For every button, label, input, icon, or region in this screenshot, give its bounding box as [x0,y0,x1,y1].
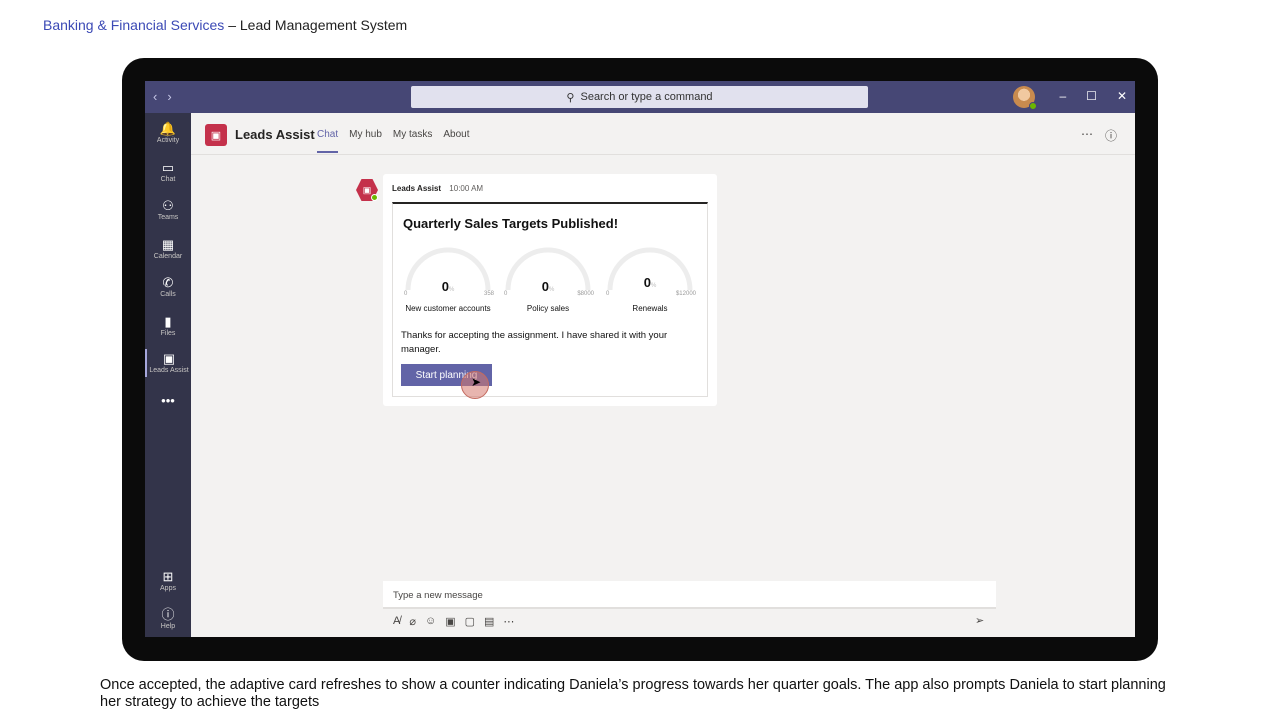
app-header: ▣ Leads Assist Chat My hub My tasks Abou… [191,113,1135,155]
rail-item-label: Chat [160,176,176,183]
title-bar: ‹ › ⚲ Search or type a command – ☐ ✕ [145,81,1135,113]
phone-icon: ✆ [162,275,174,290]
help-icon: ⓘ [161,607,175,622]
more-options-icon[interactable]: ⋯ [503,615,514,628]
rail-item-label: Activity [156,137,180,144]
rail-item-leads-assist[interactable]: ▣ Leads Assist [145,349,191,377]
rail-item-teams[interactable]: ⚇ Teams [145,198,191,221]
gauge-max: $8000 [577,291,594,297]
rail-item-label: Files [160,330,176,337]
presence-available-icon [1029,102,1037,110]
rail-item-apps[interactable]: ⊞ Apps [145,569,191,592]
sticker-icon[interactable]: ▢ [465,615,475,628]
rail-item-label: Calendar [153,253,183,260]
gauge-label: New customer accounts [405,304,491,313]
gauge-max: 358 [483,291,494,297]
send-button[interactable]: ➢ [975,614,984,627]
app-rail: 🔔 Activity ▭ Chat ⚇ Teams ▦ Calendar ✆ C… [145,113,191,637]
gauge-max: $12000 [675,291,696,297]
message-sender: Leads Assist [392,184,442,193]
compose-toolbar: A̸ ⌀ ☺ ▣ ▢ ▤ ⋯ [393,615,514,628]
rail-item-label: Leads Assist [149,367,189,374]
emoji-icon[interactable]: ☺ [425,615,436,628]
maximize-button[interactable]: ☐ [1086,89,1097,103]
window-controls: – ☐ ✕ [1059,89,1127,103]
rail-item-calls[interactable]: ✆ Calls [145,275,191,298]
format-icon[interactable]: A̸ [393,615,400,628]
message-compose-input[interactable]: Type a new message [383,581,996,609]
tab-my-hub[interactable]: My hub [349,129,382,140]
page-header: Banking & Financial Services – Lead Mana… [43,17,407,33]
tab-about[interactable]: About [443,129,469,140]
message-time: 10:00 AM [449,184,484,193]
chevron-right-icon[interactable]: › [167,89,171,104]
app-tabs: Chat My hub My tasks About [317,129,470,153]
mouse-pointer-icon: ➤ [471,375,482,389]
rail-item-files[interactable]: ▮ Files [145,314,191,337]
page-header-rest: – Lead Management System [224,17,408,33]
message-meta: Leads Assist 10:00 AM [392,184,483,193]
gauge-value: 0% [643,275,657,290]
send-icon: ➢ [975,615,985,627]
gauge-renewals: 0% 0 $12000 Renewals [604,242,696,322]
minimize-button[interactable]: – [1059,89,1066,103]
rail-item-calendar[interactable]: ▦ Calendar [145,237,191,260]
history-nav: ‹ › [153,89,182,104]
gauge-min: 0 [606,291,610,297]
info-icon[interactable]: ⓘ [1105,127,1117,144]
gauge-label: Renewals [632,304,668,313]
app-title: Leads Assist [235,127,315,142]
search-placeholder: Search or type a command [580,91,713,103]
rail-item-label: Help [160,623,176,630]
chat-icon: ▭ [161,160,175,175]
gif-icon[interactable]: ▣ [445,615,455,628]
rail-item-activity[interactable]: 🔔 Activity [145,121,191,144]
teams-icon: ⚇ [162,198,174,213]
attach-icon[interactable]: ⌀ [409,615,416,628]
gauge-new-customer-accounts: 0% 0 358 New customer accounts [402,242,494,322]
gauge-min: 0 [404,291,408,297]
leads-assist-logo-icon: ▣ [205,124,227,146]
rail-item-chat[interactable]: ▭ Chat [145,160,191,183]
adaptive-card: Quarterly Sales Targets Published! 0% 0 … [392,202,708,397]
rail-item-label: Apps [160,585,176,592]
bot-icon: ▣ [162,351,176,366]
chat-message: Leads Assist 10:00 AM Quarterly Sales Ta… [383,174,717,406]
rail-item-label: Calls [160,291,176,298]
tab-my-tasks[interactable]: My tasks [393,129,432,140]
gauge-policy-sales: 0% 0 $8000 Policy sales [502,242,594,322]
rail-item-label: Teams [157,214,179,221]
close-button[interactable]: ✕ [1117,89,1127,103]
file-icon: ▮ [164,314,172,329]
avatar[interactable] [1013,86,1037,110]
gauge-label: Policy sales [526,304,570,313]
header-actions: ⋯ ⓘ [1081,127,1117,144]
calendar-icon: ▦ [161,237,175,252]
gauge-value: 0% [441,279,455,294]
rail-item-help[interactable]: ⓘ Help [145,607,191,630]
teams-window: ‹ › ⚲ Search or type a command – ☐ ✕ 🔔 Ac… [145,81,1135,637]
card-text: Thanks for accepting the assignment. I h… [401,330,668,355]
more-icon: ••• [161,393,175,408]
chevron-left-icon[interactable]: ‹ [153,89,157,104]
presence-available-icon [371,194,378,201]
more-apps-button[interactable]: ••• [145,393,191,409]
bell-icon: 🔔 [159,121,177,136]
search-icon: ⚲ [566,91,575,104]
more-options-icon[interactable]: ⋯ [1081,127,1093,144]
tab-chat[interactable]: Chat [317,129,339,153]
meet-now-icon[interactable]: ▤ [484,615,494,628]
card-title: Quarterly Sales Targets Published! [403,216,619,231]
apps-icon: ⊞ [162,569,174,584]
slide-caption: Once accepted, the adaptive card refresh… [100,677,1166,710]
gauge-min: 0 [504,291,508,297]
page-header-accent: Banking & Financial Services [43,17,225,33]
search-input[interactable]: ⚲ Search or type a command [411,86,868,108]
